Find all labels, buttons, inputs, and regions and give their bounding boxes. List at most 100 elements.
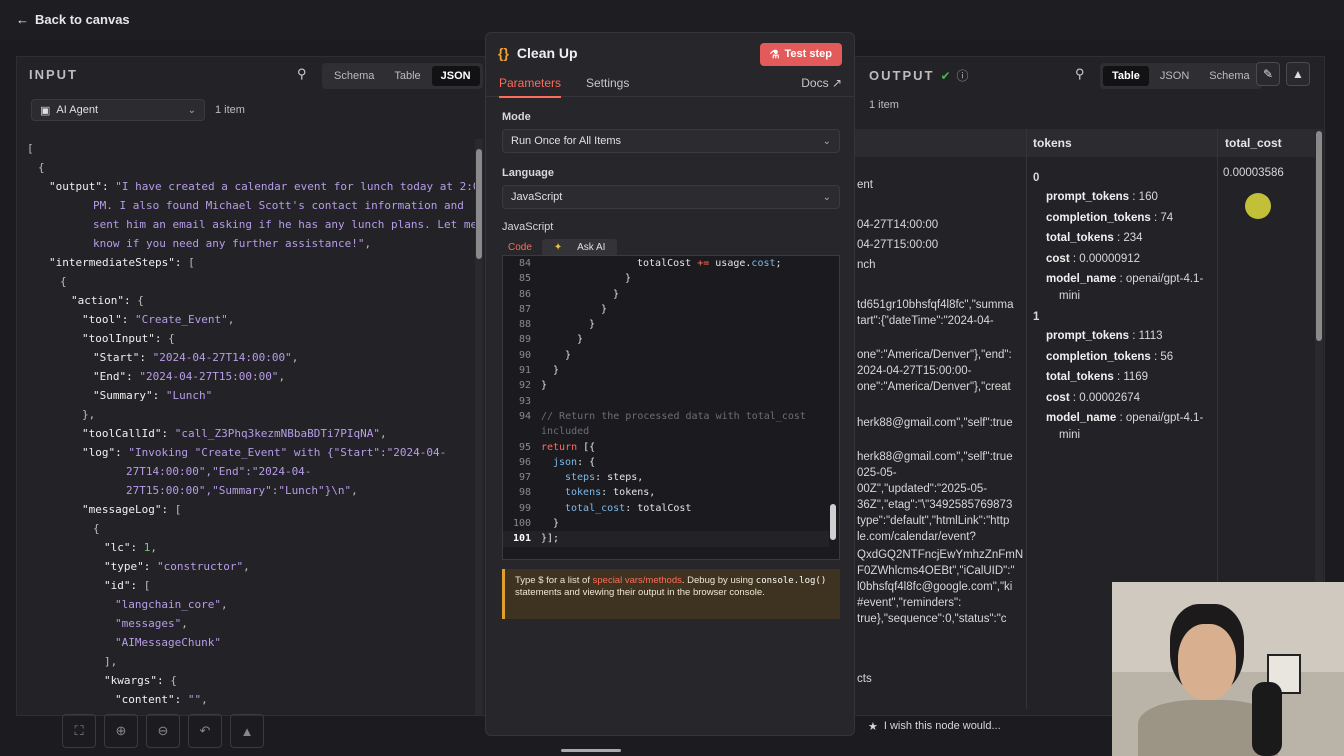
- search-icon[interactable]: ⚲: [297, 66, 307, 82]
- code-line: 84 totalCost += usage.cost;: [503, 256, 829, 271]
- input-scroll-thumb[interactable]: [476, 149, 482, 259]
- json-token: know if you need any further assistance!…: [93, 237, 365, 250]
- json-line: "action": {: [27, 291, 477, 310]
- json-token: "messages": [115, 617, 182, 630]
- code-token: }: [613, 288, 620, 300]
- undo-icon[interactable]: ↶: [188, 714, 222, 748]
- test-step-button[interactable]: ⚗ Test step: [759, 43, 842, 66]
- json-line: "langchain_core",: [27, 595, 477, 614]
- special-vars-link[interactable]: special vars/methods: [593, 575, 682, 586]
- chevron-down-icon: ⌄: [822, 191, 831, 203]
- code-text: }];: [541, 531, 559, 546]
- model-name-continuation: mini: [1059, 428, 1081, 441]
- zoom-out-icon[interactable]: ⊖: [146, 714, 180, 748]
- line-number: 98: [518, 487, 531, 499]
- json-token: "intermediateSteps":: [49, 256, 189, 269]
- input-tab-schema[interactable]: Schema: [325, 66, 383, 86]
- code-token: tokens: [565, 487, 602, 499]
- code-token: }: [601, 303, 608, 315]
- line-number: 91: [518, 365, 531, 377]
- input-node-value: AI Agent: [56, 104, 98, 116]
- json-token: "langchain_core": [115, 598, 221, 611]
- info-icon[interactable]: ⓘ: [957, 67, 969, 84]
- code-token: }: [553, 518, 560, 530]
- steps-text-line: one":"America/Denver"},"creat: [857, 381, 1011, 393]
- input-scrollbar[interactable]: [475, 139, 483, 715]
- search-icon[interactable]: ⚲: [1075, 66, 1085, 82]
- json-token: "output":: [49, 180, 116, 193]
- json-token: sent him an email asking if he has any l…: [93, 218, 477, 231]
- json-line: PM. I also found Michael Scott's contact…: [27, 196, 477, 215]
- input-tab-table[interactable]: Table: [385, 66, 429, 86]
- tab-parameters[interactable]: Parameters: [499, 76, 562, 98]
- docs-label: Docs: [801, 76, 829, 90]
- robot-icon: ▣: [40, 104, 51, 117]
- output-tab-schema[interactable]: Schema: [1200, 66, 1258, 86]
- json-line: "intermediateSteps": [: [27, 253, 477, 272]
- back-to-canvas-button[interactable]: ← Back to canvas: [16, 12, 130, 27]
- steps-text-line: herk88@gmail.com","self":true: [857, 451, 1013, 463]
- output-tab-json[interactable]: JSON: [1151, 66, 1198, 86]
- output-tab-table[interactable]: Table: [1103, 66, 1149, 86]
- code-token: steps: [565, 472, 596, 484]
- line-number: 85: [518, 273, 531, 285]
- code-tab[interactable]: Code: [502, 239, 538, 256]
- json-token: "call_Z3Phq3kezmNBbaBDTi7PIqNA": [174, 427, 381, 440]
- json-token: "Invoking "Create_Event" with {"Start":"…: [128, 446, 447, 459]
- token-separator: :: [1116, 273, 1126, 285]
- chevron-down-icon: ⌄: [822, 135, 831, 147]
- json-token: ,: [227, 313, 235, 326]
- output-scrollbar[interactable]: [1315, 129, 1323, 599]
- json-line: "End": "2024-04-27T15:00:00",: [27, 367, 477, 386]
- json-line: "AIMessageChunk": [27, 633, 477, 652]
- input-title: INPUT: [29, 67, 78, 82]
- code-editor[interactable]: 84 totalCost += usage.cost; 85} 86} 87} 88} 89…: [502, 255, 840, 560]
- zoom-in-icon[interactable]: ⊕: [104, 714, 138, 748]
- chevron-down-icon: ⌄: [187, 104, 196, 116]
- token-field-model-name: model_name : openai/gpt-4.1-: [1046, 410, 1203, 426]
- code-token: }: [589, 319, 596, 331]
- json-token: "toolCallId":: [82, 427, 175, 440]
- json-token: 27T14:00:00","End":"2024-04-: [126, 465, 312, 478]
- feedback-bar[interactable]: ★ I wish this node would...: [858, 716, 1114, 736]
- code-token: : tokens,: [601, 487, 656, 499]
- total-cost-value: 0.00003586: [1223, 167, 1284, 179]
- line-number: 84: [518, 258, 531, 269]
- code-token: // Return the processed data with total_…: [541, 410, 806, 422]
- docs-link[interactable]: Docs ↗: [801, 76, 842, 90]
- json-token: "messageLog":: [82, 503, 175, 516]
- json-token: {: [170, 674, 177, 687]
- input-tab-json[interactable]: JSON: [431, 66, 480, 86]
- fit-view-icon[interactable]: ⛶: [62, 714, 96, 748]
- code-braces-icon: {}: [498, 45, 509, 61]
- code-scroll-thumb[interactable]: [830, 504, 836, 540]
- code-scrollbar[interactable]: [829, 256, 837, 546]
- mode-select[interactable]: Run Once for All Items ⌄: [502, 129, 840, 153]
- code-token: usage.: [709, 258, 752, 269]
- column-divider: [1026, 129, 1027, 709]
- input-json-view[interactable]: [{"output": "I have created a calendar e…: [27, 139, 477, 714]
- input-node-select[interactable]: ▣ AI Agent ⌄: [31, 99, 205, 121]
- code-line: 91}: [503, 363, 829, 378]
- code-text: // Return the processed data with total_…: [541, 409, 806, 424]
- flask-icon: ⚗: [769, 49, 780, 61]
- code-token: }];: [541, 533, 560, 545]
- language-select[interactable]: JavaScript ⌄: [502, 185, 840, 209]
- ask-ai-button[interactable]: ✦ Ask AI: [541, 239, 618, 256]
- language-value: JavaScript: [511, 191, 563, 203]
- hint-mid: . Debug by using: [681, 575, 756, 586]
- edit-pencil-icon[interactable]: ✎: [1256, 62, 1280, 86]
- output-scroll-thumb[interactable]: [1316, 131, 1322, 341]
- eraser-icon[interactable]: ▲: [230, 714, 264, 748]
- token-field-prompt-tokens: prompt_tokens : 1113: [1046, 328, 1163, 344]
- json-line: {: [27, 519, 477, 538]
- drag-handle[interactable]: [561, 749, 621, 752]
- test-step-label: Test step: [784, 48, 832, 60]
- tab-settings[interactable]: Settings: [586, 76, 629, 90]
- json-line: {: [27, 158, 477, 177]
- microphone: [1252, 682, 1282, 756]
- node-editor-modal: {} Clean Up ⚗ Test step Parameters Setti…: [485, 32, 855, 752]
- pin-icon[interactable]: ▲: [1286, 62, 1310, 86]
- json-token: ,: [364, 237, 372, 250]
- node-title[interactable]: Clean Up: [517, 45, 578, 61]
